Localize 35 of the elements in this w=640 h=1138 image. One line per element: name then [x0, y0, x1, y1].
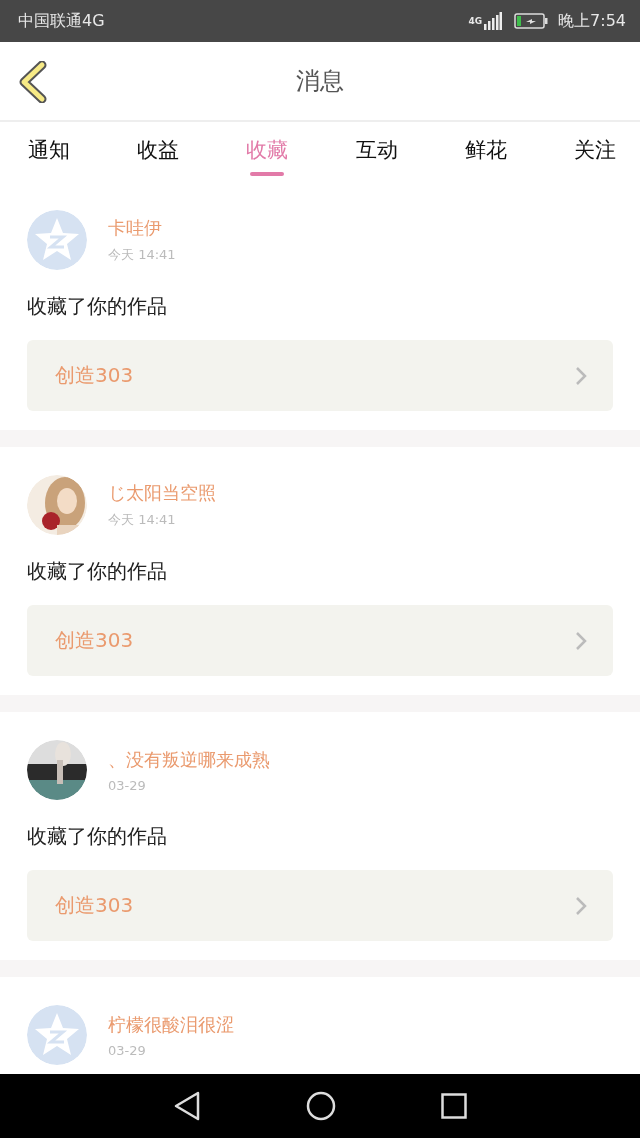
home-nav-icon[interactable] [306, 1091, 336, 1121]
work-link[interactable]: 创造303 [27, 870, 613, 941]
message-time: 今天 14:41 [108, 246, 176, 264]
chevron-icon [575, 630, 587, 651]
tab[interactable]: 通知 [24, 122, 74, 182]
tab[interactable]: 收藏 [242, 122, 293, 182]
clock-text: 晚上7:54 [558, 10, 626, 32]
message-time: 03-29 [108, 1042, 147, 1058]
recents-nav-icon[interactable] [441, 1093, 468, 1119]
tab[interactable]: 互动 [351, 122, 402, 182]
avatar-icon [27, 1005, 87, 1065]
tab[interactable]: 关注 [569, 122, 620, 182]
message-time: 今天 14:41 [108, 511, 177, 529]
message-text: 收藏了你的作品 [27, 558, 168, 585]
message-text: 收藏了你的作品 [27, 823, 168, 850]
message-time: 03-29 [108, 777, 147, 793]
carrier-text: 中国联通4G [18, 10, 106, 32]
user-name[interactable]: 、没有叛逆哪来成熟 [108, 747, 270, 772]
back-nav-icon[interactable] [172, 1091, 201, 1121]
user-name[interactable]: じ太阳当空照 [108, 481, 216, 505]
user-name[interactable]: 柠檬很酸泪很涩 [108, 1012, 234, 1037]
chevron-icon [575, 365, 587, 386]
avatar-icon [27, 210, 87, 270]
user-name[interactable]: 卡哇伊 [108, 216, 176, 240]
tab[interactable]: 收益 [133, 122, 184, 182]
page-title: 消息 [295, 66, 345, 97]
work-link[interactable]: 创造303 [27, 340, 613, 411]
chevron-icon [575, 895, 587, 916]
tab[interactable]: 鲜花 [460, 122, 511, 182]
signal-icon [484, 12, 503, 30]
message-text: 收藏了你的作品 [27, 293, 168, 320]
network-text: 4G [468, 16, 483, 26]
work-link[interactable]: 创造303 [27, 605, 613, 676]
battery-icon [514, 13, 549, 29]
back-icon[interactable] [18, 61, 48, 103]
